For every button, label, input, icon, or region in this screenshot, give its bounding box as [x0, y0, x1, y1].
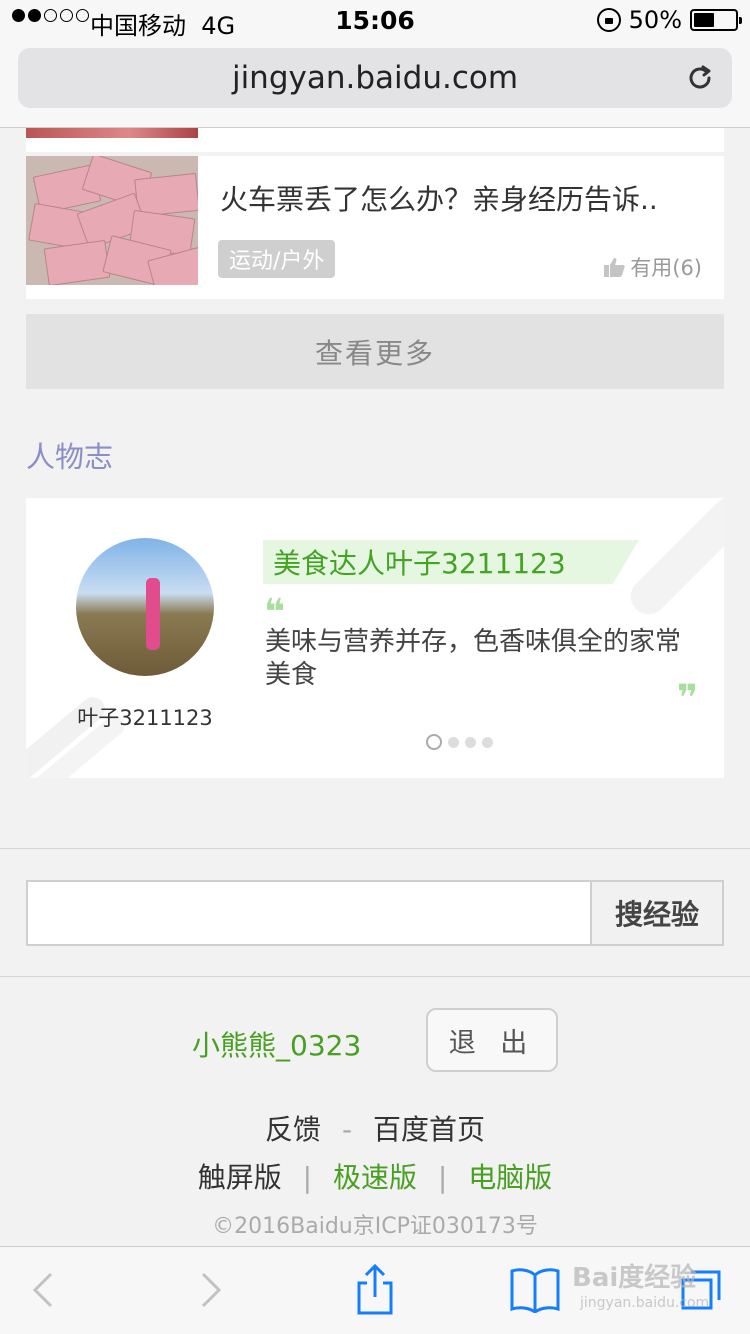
- chevron-left-icon: [32, 1272, 53, 1308]
- carousel-dot[interactable]: [465, 736, 476, 748]
- feedback-link[interactable]: 反馈: [265, 1113, 321, 1146]
- search-button[interactable]: 搜经验: [590, 882, 722, 944]
- thumbs-up-icon: [604, 258, 625, 277]
- status-bar: 中国移动 4G 15:06 50%: [0, 0, 750, 42]
- view-more-button[interactable]: 查看更多: [26, 314, 724, 389]
- avatar[interactable]: [76, 538, 214, 676]
- separator: -: [341, 1113, 353, 1146]
- footer-links-row-2: 触屏版 | 极速版 | 电脑版: [0, 1156, 750, 1196]
- username-link[interactable]: 小熊熊_0323: [192, 1024, 361, 1064]
- person-quote: 美味与营养并存，色香味俱全的家常美食: [265, 627, 682, 690]
- chevron-right-icon: [201, 1272, 222, 1308]
- carousel-dot[interactable]: [448, 736, 459, 748]
- article-thumbnail: [26, 156, 198, 285]
- watermark-logo: Bai度经验: [572, 1263, 697, 1293]
- separator: |: [437, 1161, 448, 1194]
- carousel-dot-active[interactable]: [426, 734, 442, 750]
- reload-icon[interactable]: [684, 62, 716, 94]
- share-button[interactable]: [350, 1263, 400, 1315]
- previous-article-card[interactable]: [26, 128, 724, 152]
- previous-article-thumbnail: [26, 128, 198, 138]
- battery-percent: 50%: [628, 6, 682, 34]
- useful-label: 有用(6): [630, 256, 702, 280]
- address-bar[interactable]: jingyan.baidu.com: [18, 48, 732, 108]
- section-title-people: 人物志: [26, 440, 114, 474]
- close-quote-icon: ❞: [676, 678, 698, 719]
- useful-count[interactable]: 有用(6): [602, 252, 702, 282]
- carousel-dot[interactable]: [482, 736, 493, 748]
- category-tag[interactable]: 运动/户外: [218, 240, 336, 278]
- divider: [0, 976, 750, 977]
- touch-version-link[interactable]: 触屏版: [198, 1161, 282, 1194]
- baidu-home-link[interactable]: 百度首页: [373, 1113, 485, 1146]
- share-icon: [357, 1263, 393, 1315]
- browser-toolbar: Bai度经验 jingyan.baidu.com: [0, 1246, 750, 1334]
- back-button[interactable]: [18, 1265, 68, 1315]
- article-card[interactable]: 火车票丢了怎么办？亲身经历告诉.. 运动/户外 有用(6): [26, 156, 724, 299]
- browser-address-area: jingyan.baidu.com: [0, 42, 750, 128]
- url-text[interactable]: jingyan.baidu.com: [232, 60, 518, 96]
- separator: |: [302, 1161, 313, 1194]
- footer-links-row-1: 反馈 - 百度首页: [0, 1108, 750, 1148]
- watermark-url: jingyan.baidu.com: [580, 1295, 710, 1311]
- logout-button[interactable]: 退 出: [426, 1008, 558, 1072]
- decorative-stripe: [623, 498, 724, 622]
- copyright-text: ©2016Baidu京ICP证030173号: [212, 1214, 538, 1239]
- rotation-lock-icon: [596, 8, 621, 32]
- forward-button[interactable]: [186, 1265, 236, 1315]
- bookmarks-button[interactable]: [510, 1265, 560, 1315]
- divider: [0, 848, 750, 849]
- carousel-indicator[interactable]: [426, 734, 493, 750]
- person-name[interactable]: 叶子3211123: [26, 702, 264, 732]
- person-title-banner[interactable]: 美食达人叶子3211123: [263, 540, 639, 584]
- search-form: 搜经验: [26, 880, 724, 946]
- person-profile-card[interactable]: 叶子3211123 美食达人叶子3211123 ❝ 美味与营养并存，色香味俱全的…: [26, 498, 724, 778]
- battery-icon: [690, 9, 742, 31]
- speed-version-link[interactable]: 极速版: [333, 1161, 417, 1194]
- article-title[interactable]: 火车票丢了怎么办？亲身经历告诉..: [220, 178, 658, 218]
- search-input[interactable]: [28, 882, 590, 944]
- pc-version-link[interactable]: 电脑版: [468, 1161, 552, 1194]
- book-icon: [510, 1268, 560, 1313]
